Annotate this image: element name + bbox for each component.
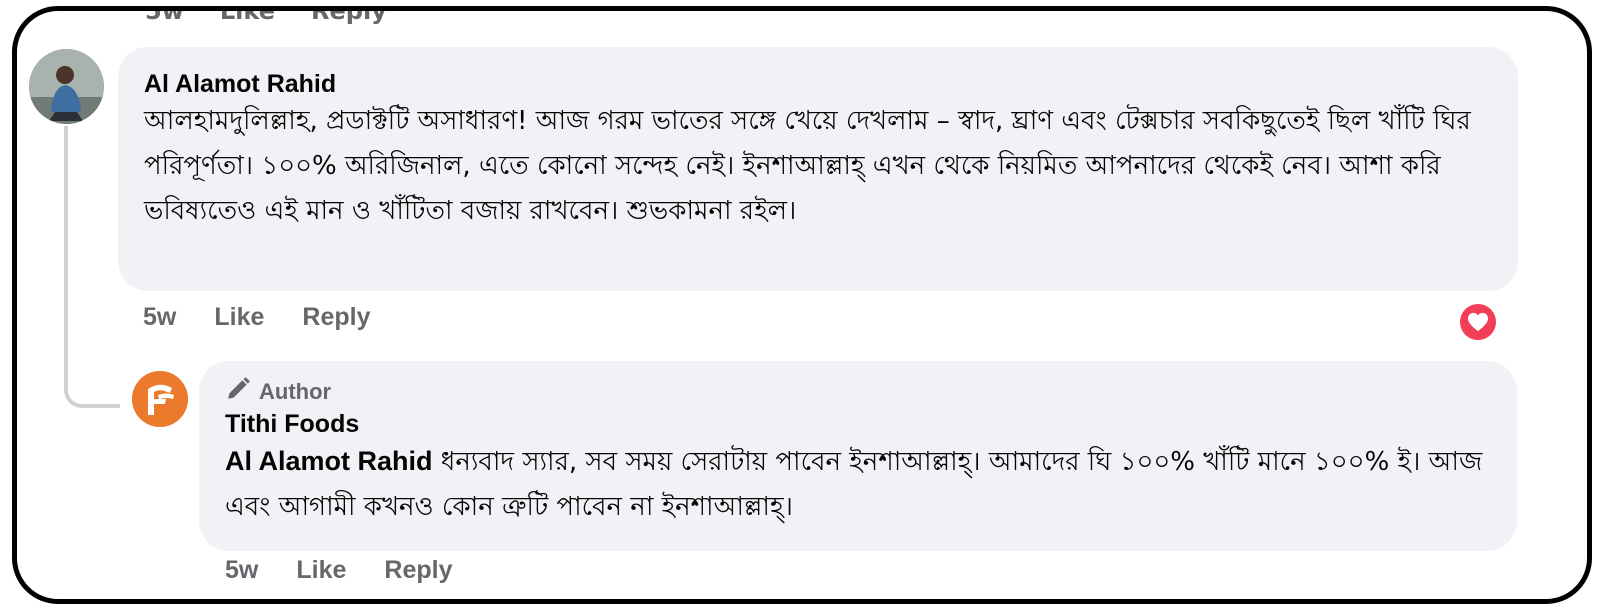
comment-author-name[interactable]: Al Alamot Rahid bbox=[144, 69, 1492, 99]
previous-comment-actions: 5w Like Reply bbox=[145, 11, 387, 25]
like-button[interactable]: Like bbox=[214, 303, 264, 332]
page-avatar[interactable] bbox=[132, 371, 188, 427]
reply-time[interactable]: 5w bbox=[225, 556, 258, 585]
reply-author-name[interactable]: Tithi Foods bbox=[225, 409, 1491, 439]
mention-link[interactable]: Al Alamot Rahid bbox=[225, 446, 433, 476]
reply-button[interactable]: Reply bbox=[302, 303, 370, 332]
love-icon[interactable] bbox=[1457, 301, 1499, 343]
author-badge: Author bbox=[225, 375, 1491, 409]
comment-thread-frame: 5w Like Reply Al Alamot Rahid আলহামদুলিল… bbox=[12, 6, 1592, 604]
reply-bubble: Author Tithi Foods Al Alamot Rahid ধন্যব… bbox=[199, 361, 1517, 551]
reply-reply-button[interactable]: Reply bbox=[384, 556, 452, 585]
comment-bubble: Al Alamot Rahid আলহামদুলিল্লাহ, প্রডাক্ট… bbox=[118, 47, 1518, 291]
previous-reply-button[interactable]: Reply bbox=[311, 11, 387, 25]
reply-text: Al Alamot Rahid ধন্যবাদ স্যার, সব সময় স… bbox=[225, 439, 1491, 530]
pencil-icon bbox=[225, 376, 251, 408]
author-badge-label: Author bbox=[259, 379, 332, 404]
avatar[interactable] bbox=[29, 49, 104, 124]
comment-actions: 5w Like Reply bbox=[143, 303, 370, 332]
thread-connector-line bbox=[64, 126, 120, 408]
comment-text: আলহামদুলিল্লাহ, প্রডাক্টটি অসাধারণ! আজ গ… bbox=[144, 106, 1471, 226]
previous-like-button[interactable]: Like bbox=[220, 11, 275, 25]
comment-time[interactable]: 5w bbox=[143, 303, 176, 332]
reply-like-button[interactable]: Like bbox=[296, 556, 346, 585]
reply-actions: 5w Like Reply bbox=[225, 556, 452, 585]
previous-comment-time[interactable]: 5w bbox=[145, 11, 184, 25]
